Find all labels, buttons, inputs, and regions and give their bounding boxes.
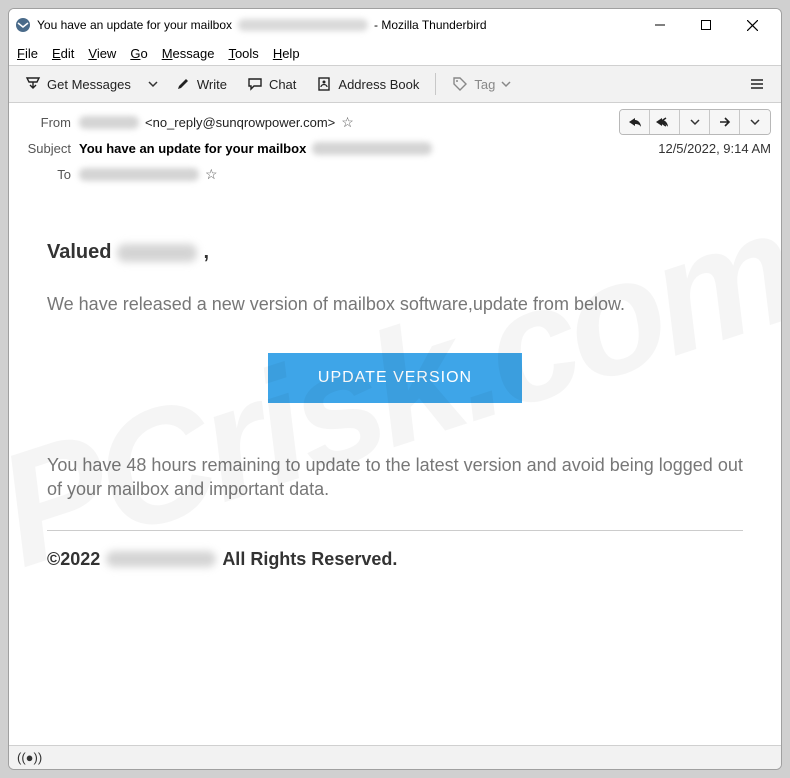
paragraph-1: We have released a new version of mailbo… bbox=[47, 292, 743, 317]
message-body-area: Valued , We have released a new version … bbox=[9, 191, 781, 745]
menu-message[interactable]: Message bbox=[162, 46, 215, 61]
redacted-to-address bbox=[79, 168, 199, 181]
star-icon[interactable]: ☆ bbox=[205, 166, 218, 183]
address-book-button[interactable]: Address Book bbox=[308, 72, 427, 96]
get-messages-button[interactable]: Get Messages bbox=[17, 72, 139, 96]
divider bbox=[47, 530, 743, 531]
menu-tools[interactable]: Tools bbox=[228, 46, 258, 61]
subject-label: Subject bbox=[19, 141, 71, 156]
address-book-icon bbox=[316, 76, 332, 92]
forward-button[interactable] bbox=[710, 110, 740, 134]
message-headers: From <no_reply@sunqrowpower.com> ☆ Subje… bbox=[9, 103, 781, 191]
salutation-suffix: , bbox=[203, 241, 209, 264]
star-icon[interactable]: ☆ bbox=[341, 114, 354, 131]
reply-all-button[interactable] bbox=[650, 110, 680, 134]
pencil-icon bbox=[175, 76, 191, 92]
get-messages-dropdown[interactable] bbox=[143, 79, 163, 89]
redacted-from-name bbox=[79, 116, 139, 129]
chat-icon bbox=[247, 76, 263, 92]
app-window: You have an update for your mailbox - Mo… bbox=[8, 8, 782, 770]
menu-edit[interactable]: Edit bbox=[52, 46, 74, 61]
forward-dropdown[interactable] bbox=[740, 110, 770, 134]
chat-button[interactable]: Chat bbox=[239, 72, 304, 96]
to-label: To bbox=[19, 167, 71, 182]
message-datetime: 12/5/2022, 9:14 AM bbox=[658, 141, 771, 156]
app-menu-button[interactable] bbox=[741, 72, 773, 96]
address-book-label: Address Book bbox=[338, 77, 419, 92]
close-button[interactable] bbox=[729, 9, 775, 41]
tag-label: Tag bbox=[474, 77, 495, 92]
download-icon bbox=[25, 76, 41, 92]
get-messages-label: Get Messages bbox=[47, 77, 131, 92]
menu-help[interactable]: Help bbox=[273, 46, 300, 61]
reply-dropdown[interactable] bbox=[680, 110, 710, 134]
reply-group bbox=[619, 109, 771, 135]
footer-suffix: All Rights Reserved. bbox=[222, 549, 397, 570]
menu-file[interactable]: File bbox=[17, 46, 38, 61]
toolbar-separator bbox=[435, 73, 436, 95]
salutation-prefix: Valued bbox=[47, 241, 111, 264]
menu-go[interactable]: Go bbox=[130, 46, 147, 61]
menu-view[interactable]: View bbox=[88, 46, 116, 61]
footer-prefix: ©2022 bbox=[47, 549, 100, 570]
app-icon bbox=[15, 17, 31, 33]
footer-line: ©2022 All Rights Reserved. bbox=[47, 549, 743, 570]
window-title-prefix: You have an update for your mailbox bbox=[37, 18, 232, 32]
salutation: Valued , bbox=[47, 241, 743, 264]
menu-bar: File Edit View Go Message Tools Help bbox=[9, 41, 781, 65]
status-bar: ((●)) bbox=[9, 745, 781, 769]
chat-label: Chat bbox=[269, 77, 296, 92]
tag-icon bbox=[452, 76, 468, 92]
update-version-button[interactable]: UPDATE VERSION bbox=[268, 353, 522, 403]
from-address[interactable]: <no_reply@sunqrowpower.com> bbox=[145, 115, 335, 130]
write-button[interactable]: Write bbox=[167, 72, 235, 96]
chevron-down-icon bbox=[501, 79, 511, 89]
toolbar: Get Messages Write Chat Address Book Tag bbox=[9, 65, 781, 103]
title-bar: You have an update for your mailbox - Mo… bbox=[9, 9, 781, 41]
redacted-recipient-name bbox=[117, 244, 197, 262]
from-label: From bbox=[19, 115, 71, 130]
tag-button[interactable]: Tag bbox=[444, 72, 519, 96]
hamburger-icon bbox=[749, 76, 765, 92]
window-title-suffix: - Mozilla Thunderbird bbox=[374, 18, 487, 32]
write-label: Write bbox=[197, 77, 227, 92]
email-content: Valued , We have released a new version … bbox=[19, 201, 771, 590]
maximize-button[interactable] bbox=[683, 9, 729, 41]
online-status-icon[interactable]: ((●)) bbox=[17, 750, 42, 765]
redacted-domain bbox=[106, 551, 216, 567]
paragraph-2: You have 48 hours remaining to update to… bbox=[47, 453, 743, 502]
redacted-subject-part bbox=[312, 142, 432, 155]
reply-button[interactable] bbox=[620, 110, 650, 134]
minimize-button[interactable] bbox=[637, 9, 683, 41]
redacted-title-part bbox=[238, 19, 368, 31]
subject-value: You have an update for your mailbox bbox=[79, 141, 306, 156]
